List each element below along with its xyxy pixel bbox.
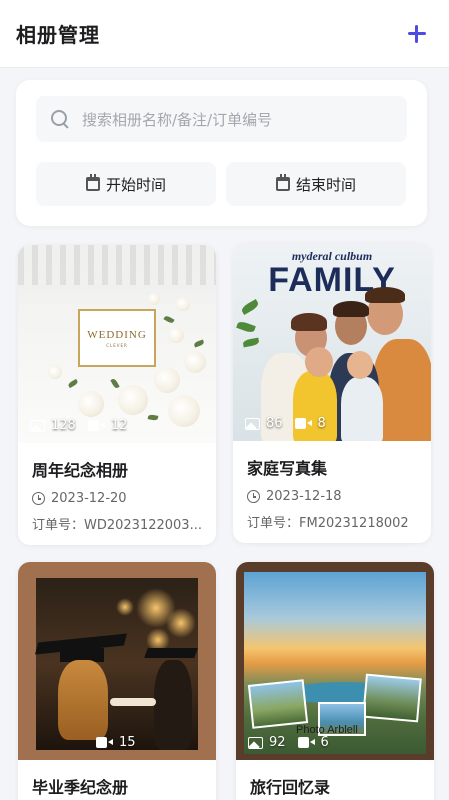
calendar-icon xyxy=(85,174,100,191)
album-name: 家庭写真集 xyxy=(247,459,328,478)
filter-card: 搜索相册名称/备注/订单编号 开始时间 结束时间 xyxy=(16,80,427,226)
clock-icon xyxy=(247,490,260,503)
album-card-travel[interactable]: 92 6 Photo Arblell 旅行回忆录 xyxy=(236,562,434,800)
album-date: 2023-12-18 xyxy=(266,489,342,504)
cover-caption: Photo Arblell xyxy=(296,724,358,736)
cover-stats: 86 8 xyxy=(245,416,338,431)
video-count: 12 xyxy=(110,418,128,433)
order-number: 订单号：WD2023122003... xyxy=(32,518,202,533)
album-cover-image: 92 6 Photo Arblell xyxy=(236,562,434,760)
add-album-button[interactable] xyxy=(401,18,433,50)
photo-icon xyxy=(245,417,260,430)
video-icon xyxy=(297,737,315,748)
search-input[interactable]: 搜索相册名称/备注/订单编号 xyxy=(36,96,407,142)
photo-icon xyxy=(248,736,263,749)
album-cover-image: 15 xyxy=(18,562,216,760)
video-count: 15 xyxy=(119,735,136,750)
search-placeholder: 搜索相册名称/备注/订单编号 xyxy=(82,110,273,129)
order-number: 订单号：FM20231218002 xyxy=(247,516,409,531)
video-count: 6 xyxy=(320,735,329,750)
album-name: 旅行回忆录 xyxy=(250,778,331,797)
end-date-button[interactable]: 结束时间 xyxy=(226,162,406,206)
photo-count: 128 xyxy=(51,418,76,433)
start-date-button[interactable]: 开始时间 xyxy=(36,162,216,206)
calendar-icon xyxy=(275,174,290,191)
page-title: 相册管理 xyxy=(16,23,100,47)
album-cover-image: myderal culbum FAMILY 86 8 xyxy=(233,243,431,441)
album-card-family[interactable]: myderal culbum FAMILY 86 8 家庭写真集 2023-12… xyxy=(233,243,431,543)
video-count: 8 xyxy=(317,416,326,431)
end-date-label: 结束时间 xyxy=(295,175,356,194)
album-card-anniversary[interactable]: WEDDING CLEVER 128 12 周年纪念相册 2023-12-20 … xyxy=(18,245,216,545)
album-cover-image: WEDDING CLEVER 128 12 xyxy=(18,245,216,443)
photo-count: 86 xyxy=(266,416,283,431)
video-icon xyxy=(294,418,312,429)
photo-count: 92 xyxy=(269,735,286,750)
video-icon xyxy=(87,420,105,431)
header-bar: 相册管理 xyxy=(0,0,449,68)
wedding-frame: WEDDING CLEVER xyxy=(78,309,156,367)
start-date-label: 开始时间 xyxy=(105,175,166,194)
album-name: 毕业季纪念册 xyxy=(32,778,129,797)
album-card-graduation[interactable]: 15 毕业季纪念册 xyxy=(18,562,216,800)
cover-subtitle: CLEVER xyxy=(106,342,128,348)
search-icon xyxy=(50,109,70,129)
cover-stats: 92 6 xyxy=(248,735,341,750)
cover-stats: 15 xyxy=(96,735,148,750)
cover-title: WEDDING xyxy=(87,328,147,341)
clock-icon xyxy=(32,492,45,505)
photo-icon xyxy=(30,419,45,432)
cover-stats: 128 12 xyxy=(30,418,139,433)
video-icon xyxy=(96,737,113,748)
album-date: 2023-12-20 xyxy=(51,491,127,506)
album-name: 周年纪念相册 xyxy=(32,461,129,480)
